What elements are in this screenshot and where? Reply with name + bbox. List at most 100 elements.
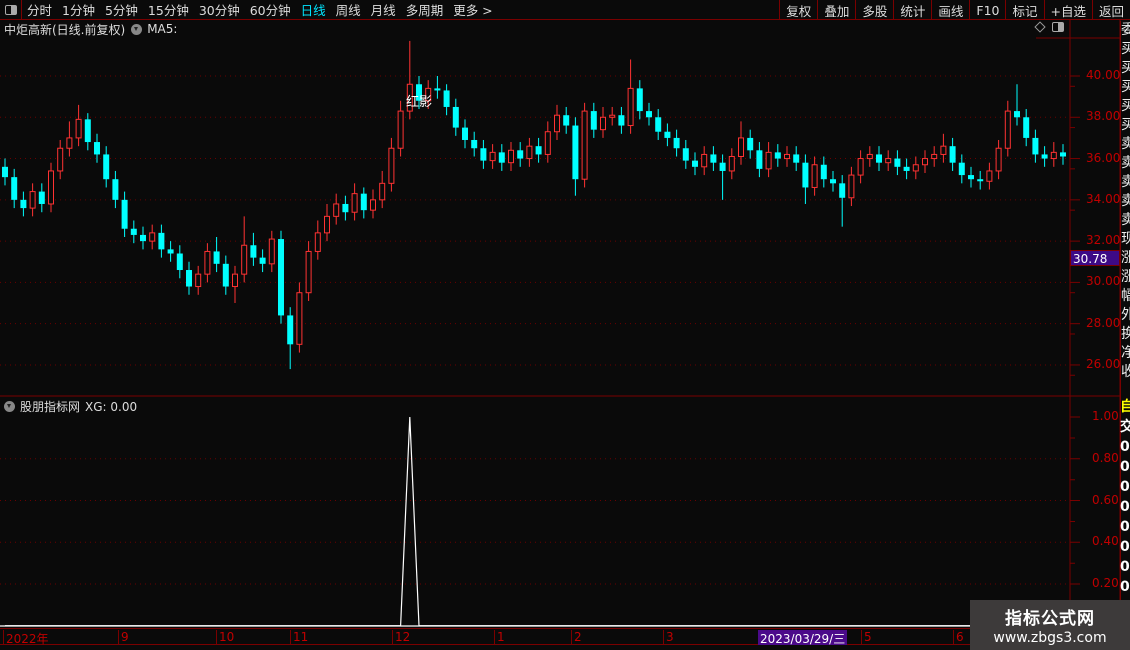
chart-annotation: 红影: [406, 95, 433, 110]
candle-body-up: [1004, 110, 1011, 149]
candle-body-down: [452, 106, 459, 128]
candle-body-up: [268, 238, 275, 265]
candle-body-down: [360, 193, 367, 211]
candle-body-down: [167, 249, 174, 254]
sub-axis-label: 0.20: [1092, 576, 1119, 590]
time-label: 1: [494, 630, 505, 645]
side-panel-label: 买: [1121, 116, 1130, 135]
xg-value: XG: 0.00: [85, 399, 138, 414]
candle-body-up: [324, 215, 330, 234]
price-label: 36.00: [1086, 150, 1121, 165]
candle-body-up: [931, 153, 938, 160]
candle-body-down: [471, 139, 478, 149]
candle-body-down: [793, 154, 800, 163]
sub-indicator-title: 股朋指标网: [20, 400, 81, 414]
candle-body-down: [186, 270, 192, 287]
candle-body-down: [590, 111, 597, 130]
side-sub-label: 0: [1120, 459, 1130, 475]
side-sub-panel: 自交000000000: [1120, 397, 1130, 617]
candle-body-down: [774, 152, 781, 159]
crosshair-date-label: 2023/03/29/三: [758, 630, 848, 646]
candle-body-down: [1023, 117, 1030, 138]
candle-body-down: [636, 88, 643, 112]
candle-body-up: [204, 250, 211, 275]
xg-line: [5, 416, 1063, 627]
candle-body-down: [839, 183, 846, 198]
time-label: 3: [663, 630, 674, 645]
side-sub-label: 0: [1120, 559, 1130, 575]
candle-body-up: [48, 170, 54, 205]
candle-body-down: [222, 263, 229, 287]
side-panel-label: 买: [1121, 59, 1130, 78]
sub-axis-label: 1.00: [1092, 409, 1119, 423]
candle-body-down: [894, 158, 901, 167]
candle-body-up: [314, 232, 321, 252]
watermark-title: 指标公式网: [1005, 609, 1095, 629]
price-label: 28.00: [1086, 315, 1121, 330]
candle-body-down: [977, 179, 984, 182]
candle-body-down: [655, 117, 662, 132]
candle-body-up: [397, 110, 404, 149]
candle-body-up: [600, 116, 606, 131]
time-label: 11: [290, 630, 308, 645]
side-panel-label: 卖: [1121, 211, 1130, 230]
candle-body-up: [305, 250, 312, 294]
candle-body-down: [278, 239, 284, 316]
candle-body-down: [968, 175, 974, 180]
candle-body-up: [241, 244, 248, 275]
time-label: 6: [953, 630, 964, 645]
candle-body-up: [296, 292, 303, 345]
side-panel-label: 买: [1121, 40, 1130, 59]
candle-body-up: [195, 273, 202, 288]
candle-body-down: [876, 154, 882, 163]
candle-body-up: [526, 145, 533, 160]
side-panel-label: 卖: [1121, 135, 1130, 154]
candle-body-up: [554, 114, 560, 133]
side-sub-label: 交: [1120, 419, 1130, 435]
side-panel-label: 现: [1121, 230, 1130, 249]
candle-body-down: [11, 177, 18, 200]
sub-axis-label: 0.60: [1092, 492, 1119, 507]
candle-body-down: [756, 150, 763, 169]
side-panel-label: 涨: [1121, 249, 1130, 268]
candle-body-down: [747, 137, 754, 151]
sub-indicator-dropdown-icon[interactable]: [4, 401, 15, 412]
candle-body-down: [535, 146, 542, 155]
side-panel-label: 外: [1121, 306, 1130, 325]
time-label: 12: [392, 630, 410, 645]
candle-body-up: [765, 151, 772, 170]
side-panel-label: 委: [1121, 21, 1130, 40]
candle-body-up: [57, 147, 64, 172]
candle-body-down: [176, 253, 183, 271]
candlestick-chart[interactable]: [0, 0, 1130, 650]
candle-body-down: [130, 228, 137, 235]
time-label: 10: [216, 630, 234, 645]
price-label: 26.00: [1086, 356, 1121, 371]
candle-body-up: [581, 110, 588, 180]
candle-body-up: [885, 158, 892, 164]
candle-body-down: [1032, 137, 1039, 155]
time-label: 9: [118, 630, 129, 645]
candle-body-down: [342, 203, 349, 213]
candle-body-down: [20, 199, 27, 209]
candle-body-down: [259, 257, 266, 264]
candle-body-down: [1060, 152, 1066, 157]
side-sub-label: 自: [1120, 399, 1130, 415]
candle-body-down: [112, 179, 119, 200]
candle-body-down: [692, 160, 698, 167]
candle-body-up: [333, 203, 340, 217]
candle-body-down: [158, 232, 165, 250]
candle-body-down: [250, 245, 257, 258]
candle-body-up: [351, 193, 358, 213]
price-label: 34.00: [1086, 191, 1121, 206]
candle-body-up: [379, 182, 386, 201]
candle-body-up: [388, 147, 395, 184]
candle-body-up: [995, 147, 1002, 172]
candle-body-down: [84, 119, 91, 143]
candle-body-up: [940, 145, 947, 155]
side-panel-label: 卖: [1121, 192, 1130, 211]
candle-body-down: [434, 88, 441, 91]
candle-body-down: [462, 127, 468, 140]
candle-body-down: [830, 179, 836, 184]
candle-body-down: [1041, 154, 1048, 159]
